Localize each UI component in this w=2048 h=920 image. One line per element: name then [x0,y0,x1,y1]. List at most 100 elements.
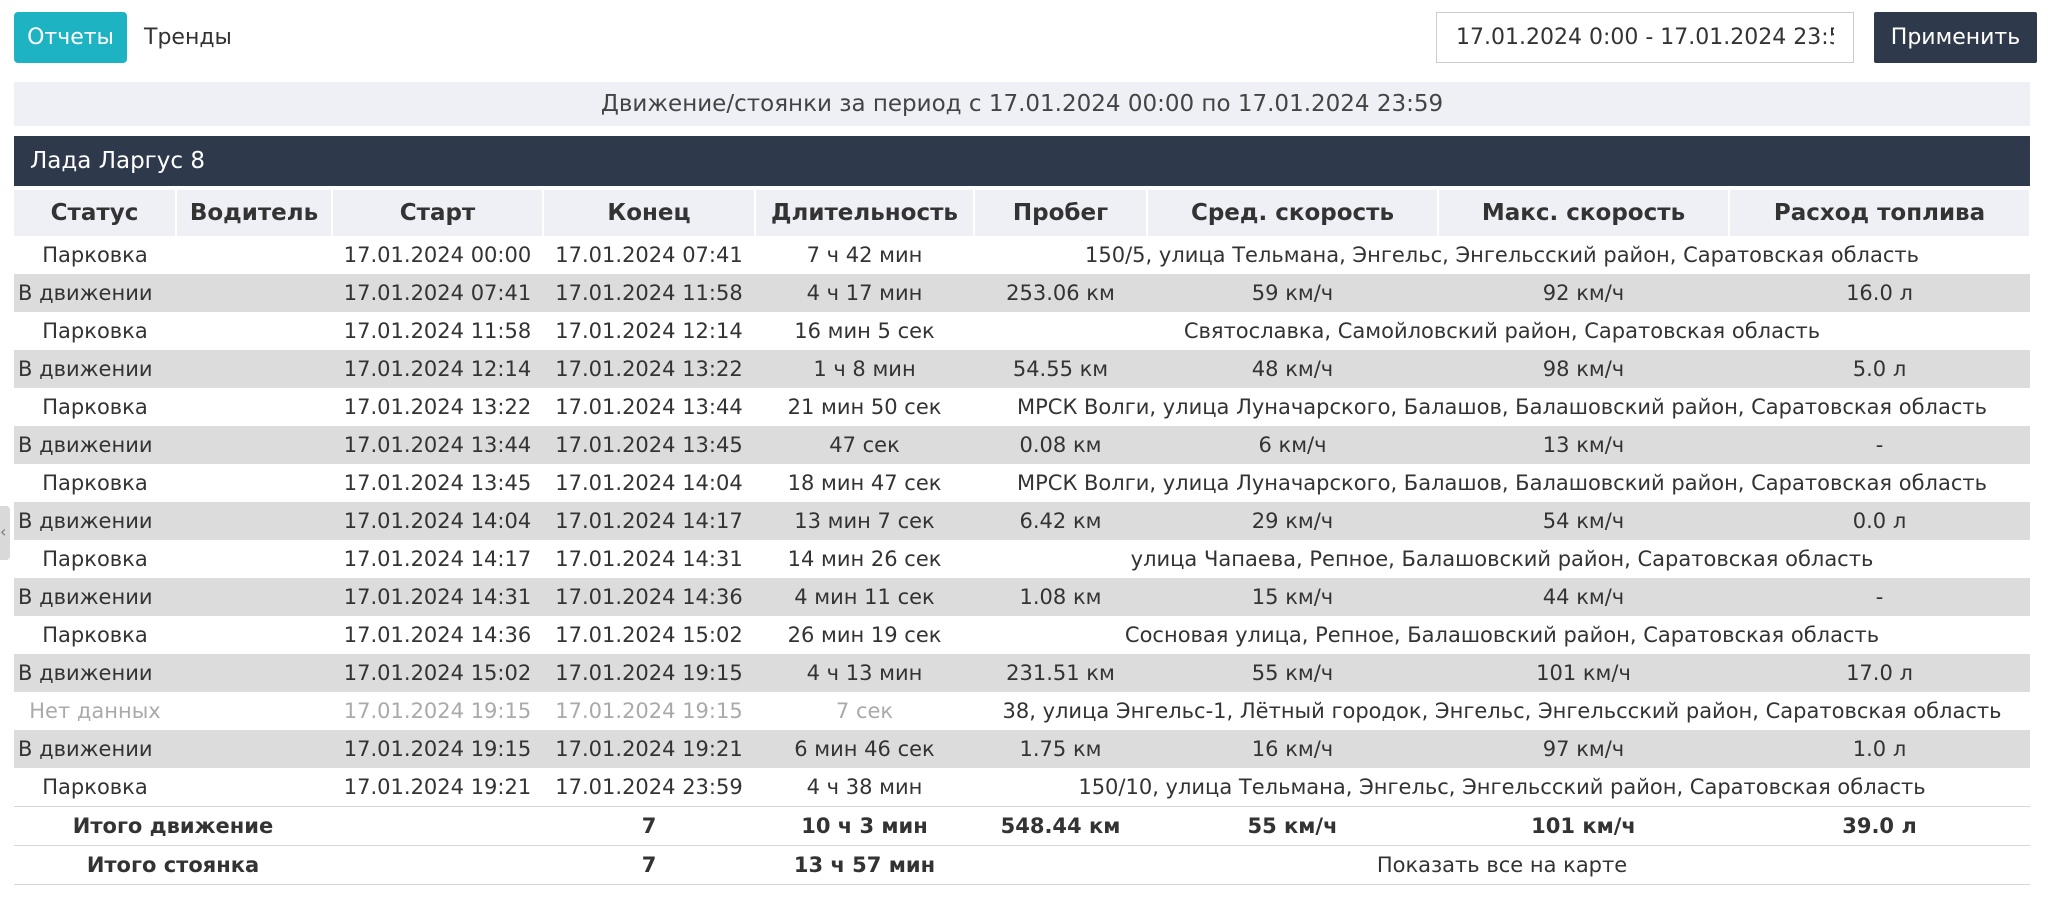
column-header-mileage[interactable]: Пробег [974,190,1148,236]
address-cell: МРСК Волги, улица Луначарского, Балашов,… [974,464,2030,502]
avg-speed-cell: 15 км/ч [1147,578,1438,616]
table-row[interactable]: Парковка 17.01.2024 14:17 17.01.2024 14:… [14,540,2030,578]
duration-cell: 1 ч 8 мин [755,350,974,388]
status-cell: В движении [14,350,176,388]
column-header-avg-speed[interactable]: Сред. скорость [1147,190,1439,236]
end-cell: 17.01.2024 14:36 [543,578,755,616]
max-speed-cell: 44 км/ч [1438,578,1729,616]
column-header-end[interactable]: Конец [543,190,756,236]
column-header-start[interactable]: Старт [332,190,544,236]
column-header-status[interactable]: Статус [14,190,177,236]
status-cell: Парковка [14,616,176,654]
start-cell: 17.01.2024 15:02 [332,654,543,692]
fuel-cell: 1.0 л [1729,730,2030,768]
apply-button[interactable]: Применить [1874,12,2037,63]
top-bar: Отчеты Тренды Применить [0,0,2048,80]
driver-cell [176,464,332,502]
start-cell: 17.01.2024 14:36 [332,616,543,654]
column-header-fuel[interactable]: Расход топлива [1729,190,2031,236]
sidebar-toggle-handle[interactable]: ‹ [0,506,10,560]
show-all-on-map-link[interactable]: Показать все на карте [974,845,2030,885]
duration-cell: 14 мин 26 сек [755,540,974,578]
driver-cell [176,654,332,692]
table-row[interactable]: В движении 17.01.2024 12:14 17.01.2024 1… [14,350,2030,388]
address-cell: 150/10, улица Тельмана, Энгельс, Энгельс… [974,768,2030,807]
table-row[interactable]: Парковка 17.01.2024 14:36 17.01.2024 15:… [14,616,2030,654]
table-row[interactable]: В движении 17.01.2024 14:04 17.01.2024 1… [14,502,2030,540]
table-row[interactable]: В движении 17.01.2024 07:41 17.01.2024 1… [14,274,2030,312]
status-cell: Парковка [14,236,176,274]
status-cell: Нет данных [14,692,176,730]
avg-speed-cell: 29 км/ч [1147,502,1438,540]
totals-parking-row: Итого стоянка 7 13 ч 57 мин Показать все… [14,845,2030,885]
totals-moving-label: Итого движение [14,806,332,846]
table-row[interactable]: В движении 17.01.2024 15:02 17.01.2024 1… [14,654,2030,692]
mileage-cell: 1.75 км [974,730,1147,768]
fuel-cell: 16.0 л [1729,274,2030,312]
totals-parking-count: 7 [543,845,755,885]
mileage-cell: 253.06 км [974,274,1147,312]
table-row[interactable]: Парковка 17.01.2024 13:22 17.01.2024 13:… [14,388,2030,426]
totals-moving-count: 7 [543,806,755,846]
table-header-row: Статус Водитель Старт Конец Длительность… [14,190,2031,236]
end-cell: 17.01.2024 13:45 [543,426,755,464]
start-cell: 17.01.2024 14:17 [332,540,543,578]
table-row[interactable]: Парковка 17.01.2024 13:45 17.01.2024 14:… [14,464,2030,502]
end-cell: 17.01.2024 12:14 [543,312,755,350]
driver-cell [176,312,332,350]
driver-cell [176,502,332,540]
mileage-cell: 6.42 км [974,502,1147,540]
table-row[interactable]: Парковка 17.01.2024 00:00 17.01.2024 07:… [14,236,2030,274]
max-speed-cell: 13 км/ч [1438,426,1729,464]
end-cell: 17.01.2024 13:22 [543,350,755,388]
tab-trends[interactable]: Тренды [127,12,249,63]
table-row[interactable]: В движении 17.01.2024 14:31 17.01.2024 1… [14,578,2030,616]
report-table: Статус Водитель Старт Конец Длительность… [14,190,2031,885]
fuel-cell: - [1729,578,2030,616]
mileage-cell: 54.55 км [974,350,1147,388]
chevron-left-icon: ‹ [0,522,7,541]
start-cell: 17.01.2024 13:22 [332,388,543,426]
start-cell: 17.01.2024 13:44 [332,426,543,464]
totals-moving-row: Итого движение 7 10 ч 3 мин 548.44 км 55… [14,806,2030,846]
start-cell: 17.01.2024 11:58 [332,312,543,350]
duration-cell: 18 мин 47 сек [755,464,974,502]
mileage-cell: 231.51 км [974,654,1147,692]
driver-cell [176,616,332,654]
driver-cell [176,540,332,578]
end-cell: 17.01.2024 23:59 [543,768,755,807]
driver-cell [176,274,332,312]
address-cell: Сосновая улица, Репное, Балашовский райо… [974,616,2030,654]
max-speed-cell: 97 км/ч [1438,730,1729,768]
fuel-cell: 17.0 л [1729,654,2030,692]
avg-speed-cell: 48 км/ч [1147,350,1438,388]
table-row[interactable]: Нет данных 17.01.2024 19:15 17.01.2024 1… [14,692,2030,730]
column-header-driver[interactable]: Водитель [176,190,333,236]
table-row[interactable]: В движении 17.01.2024 13:44 17.01.2024 1… [14,426,2030,464]
duration-cell: 26 мин 19 сек [755,616,974,654]
status-cell: В движении [14,730,176,768]
address-cell: МРСК Волги, улица Луначарского, Балашов,… [974,388,2030,426]
totals-moving-mileage: 548.44 км [974,806,1147,846]
table-row[interactable]: Парковка 17.01.2024 11:58 17.01.2024 12:… [14,312,2030,350]
column-header-duration[interactable]: Длительность [755,190,975,236]
tab-reports[interactable]: Отчеты [14,12,127,63]
start-cell: 17.01.2024 14:31 [332,578,543,616]
driver-cell [176,426,332,464]
column-header-max-speed[interactable]: Макс. скорость [1438,190,1730,236]
duration-cell: 7 сек [755,692,974,730]
max-speed-cell: 92 км/ч [1438,274,1729,312]
address-cell: Святославка, Самойловский район, Саратов… [974,312,2030,350]
driver-cell [176,768,332,807]
end-cell: 17.01.2024 07:41 [543,236,755,274]
table-row[interactable]: Парковка 17.01.2024 19:21 17.01.2024 23:… [14,768,2030,807]
start-cell: 17.01.2024 19:15 [332,692,543,730]
status-cell: Парковка [14,464,176,502]
date-range-input[interactable] [1436,12,1854,63]
table-row[interactable]: В движении 17.01.2024 19:15 17.01.2024 1… [14,730,2030,768]
status-cell: Парковка [14,388,176,426]
status-cell: В движении [14,502,176,540]
end-cell: 17.01.2024 14:04 [543,464,755,502]
fuel-cell: - [1729,426,2030,464]
duration-cell: 21 мин 50 сек [755,388,974,426]
